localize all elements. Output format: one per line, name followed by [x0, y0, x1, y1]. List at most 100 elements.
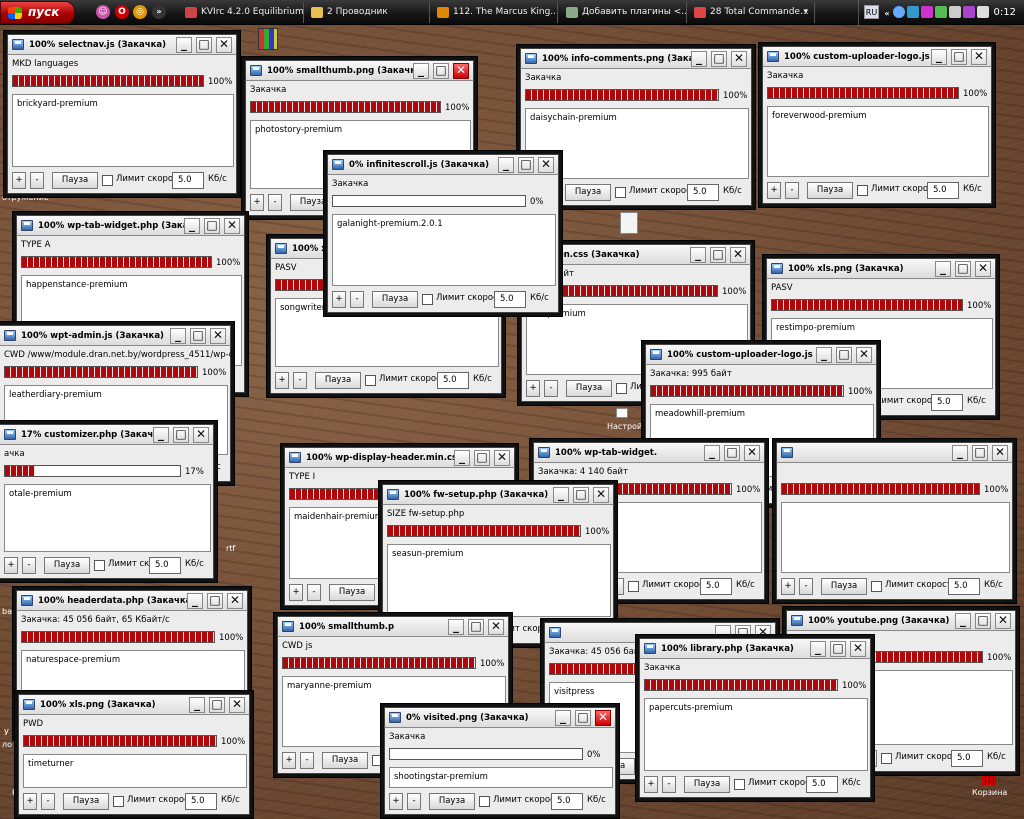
minimize-button[interactable]: _	[704, 445, 720, 461]
tray-telegram-icon[interactable]	[893, 6, 905, 18]
maximize-button[interactable]: □	[711, 51, 727, 67]
plus-button[interactable]: +	[781, 578, 795, 595]
title-bar[interactable]: 100% custom-uploader-logo.js (Зака... _ …	[762, 46, 992, 66]
pause-button[interactable]: Пауза	[52, 172, 98, 189]
minimize-button[interactable]: _	[448, 619, 464, 635]
tray-app3-icon[interactable]	[977, 6, 989, 18]
plus-button[interactable]: +	[767, 182, 781, 199]
maximize-button[interactable]: □	[951, 49, 967, 65]
plus-button[interactable]: +	[250, 194, 264, 211]
quicklaunch-opera-icon[interactable]: O	[115, 5, 129, 19]
title-bar[interactable]: 100% youtube.png (Закачка) _ □ ✕	[786, 610, 1016, 630]
pause-button[interactable]: Пауза	[566, 380, 612, 397]
shortcut-icon[interactable]	[616, 408, 628, 418]
pause-button[interactable]: Пауза	[63, 793, 109, 810]
maximize-button[interactable]: □	[173, 427, 189, 443]
speed-input[interactable]: 5.0	[700, 578, 732, 595]
title-bar[interactable]: 100% info-comments.png (Закачка) _ □ ✕	[520, 48, 752, 68]
maximize-button[interactable]: □	[575, 710, 591, 726]
download-window[interactable]: 0% infinitescroll.js (Закачка) _ □ ✕ Зак…	[323, 150, 563, 317]
quicklaunch-kvirc-icon[interactable]: ☺	[96, 5, 110, 19]
title-bar[interactable]: 100% wp-display-header.min.css (... _ □ …	[284, 447, 515, 467]
tray-app-icon[interactable]	[921, 6, 933, 18]
close-button[interactable]: ✕	[193, 427, 209, 443]
close-button[interactable]: ✕	[229, 697, 245, 713]
speed-limit-checkbox[interactable]	[734, 779, 745, 790]
language-indicator[interactable]: RU	[864, 5, 879, 19]
title-bar[interactable]: 100% smallthumb.png (Закачка) _ □ ✕	[245, 60, 474, 80]
start-button[interactable]: пуск	[0, 1, 75, 24]
close-button[interactable]: ✕	[856, 347, 872, 363]
maximize-button[interactable]: □	[190, 328, 206, 344]
log-area[interactable]: seasun-premium	[387, 544, 611, 617]
close-button[interactable]: ✕	[538, 157, 554, 173]
speed-input[interactable]: 5.0	[437, 372, 469, 389]
speed-input[interactable]: 5.0	[931, 394, 963, 411]
maximize-button[interactable]: □	[474, 450, 490, 466]
download-window[interactable]: 100% library.php (Закачка) _ □ ✕ Закачка…	[635, 634, 875, 802]
maximize-button[interactable]: □	[209, 697, 225, 713]
log-area[interactable]: otale-premium	[4, 484, 211, 552]
minimize-button[interactable]: _	[810, 641, 826, 657]
minimize-button[interactable]: _	[153, 427, 169, 443]
minimize-button[interactable]: _	[952, 445, 968, 461]
close-button[interactable]: ✕	[224, 218, 240, 234]
speed-input[interactable]: 5.0	[172, 172, 204, 189]
title-bar[interactable]: 100% wp-tab-widget. _ □ ✕	[533, 442, 765, 462]
close-button[interactable]: ✕	[488, 619, 504, 635]
speed-limit-checkbox[interactable]	[628, 581, 639, 592]
maximize-button[interactable]: □	[433, 63, 449, 79]
speed-limit-checkbox[interactable]	[616, 383, 627, 394]
maximize-button[interactable]: □	[710, 247, 726, 263]
winrar-icon[interactable]	[258, 28, 278, 50]
download-window[interactable]: 100% xls.png (Закачка) _ □ ✕ PWD 100% ti…	[14, 690, 254, 819]
log-area[interactable]: papercuts-premium	[644, 698, 868, 771]
title-bar[interactable]: 100% xls.png (Закачка) _ □ ✕	[766, 258, 996, 278]
minimize-button[interactable]: _	[690, 247, 706, 263]
plus-button[interactable]: +	[23, 793, 37, 810]
minus-button[interactable]: -	[662, 776, 676, 793]
minus-button[interactable]: -	[350, 291, 364, 308]
maximize-button[interactable]: □	[196, 37, 212, 53]
speed-limit-checkbox[interactable]	[615, 187, 626, 198]
download-window[interactable]: 100% custom-uploader-logo.js (Зака... _ …	[758, 42, 996, 208]
title-bar[interactable]: 100% xls.png (Закачка) _ □ ✕	[18, 694, 250, 714]
minus-button[interactable]: -	[22, 557, 36, 574]
tray-arrow-icon[interactable]: «	[883, 7, 891, 18]
close-button[interactable]: ✕	[227, 593, 243, 609]
title-bar[interactable]: 0% infinitescroll.js (Закачка) _ □ ✕	[327, 154, 559, 174]
title-bar[interactable]: 100% selectnav.js (Закачка) _ □ ✕	[7, 34, 237, 54]
maximize-button[interactable]: □	[573, 487, 589, 503]
minus-button[interactable]: -	[300, 752, 314, 769]
tray-volume-icon[interactable]	[949, 6, 961, 18]
maximize-button[interactable]: □	[830, 641, 846, 657]
minimize-button[interactable]: _	[413, 63, 429, 79]
log-area[interactable]	[781, 502, 1010, 573]
speed-input[interactable]: 5.0	[927, 182, 959, 199]
title-bar[interactable]: 0% visited.png (Закачка) _ □ ✕	[384, 707, 616, 727]
speed-limit-checkbox[interactable]	[365, 375, 376, 386]
quicklaunch-app-icon[interactable]: ◎	[133, 5, 147, 19]
pause-button[interactable]: Пауза	[565, 184, 611, 201]
minus-button[interactable]: -	[544, 380, 558, 397]
minimize-button[interactable]: _	[454, 450, 470, 466]
minimize-button[interactable]: _	[184, 218, 200, 234]
speed-input[interactable]: 5.0	[687, 184, 719, 201]
close-button[interactable]: ✕	[744, 445, 760, 461]
minimize-button[interactable]: _	[555, 710, 571, 726]
log-area[interactable]: timeturner	[23, 754, 247, 788]
minus-button[interactable]: -	[41, 793, 55, 810]
plus-button[interactable]: +	[526, 380, 540, 397]
close-button[interactable]: ✕	[731, 51, 747, 67]
title-bar[interactable]: 100% headerdata.php (Закачка) _ □ ✕	[16, 590, 248, 610]
minimize-button[interactable]: _	[931, 49, 947, 65]
minus-button[interactable]: -	[785, 182, 799, 199]
close-button[interactable]: ✕	[216, 37, 232, 53]
pause-button[interactable]: Пауза	[821, 578, 867, 595]
plus-button[interactable]: +	[332, 291, 346, 308]
tray-skype-icon[interactable]	[907, 6, 919, 18]
minimize-button[interactable]: _	[691, 51, 707, 67]
speed-limit-checkbox[interactable]	[871, 581, 882, 592]
quicklaunch-chevron-icon[interactable]: »	[152, 5, 166, 19]
pause-button[interactable]: Пауза	[807, 182, 853, 199]
